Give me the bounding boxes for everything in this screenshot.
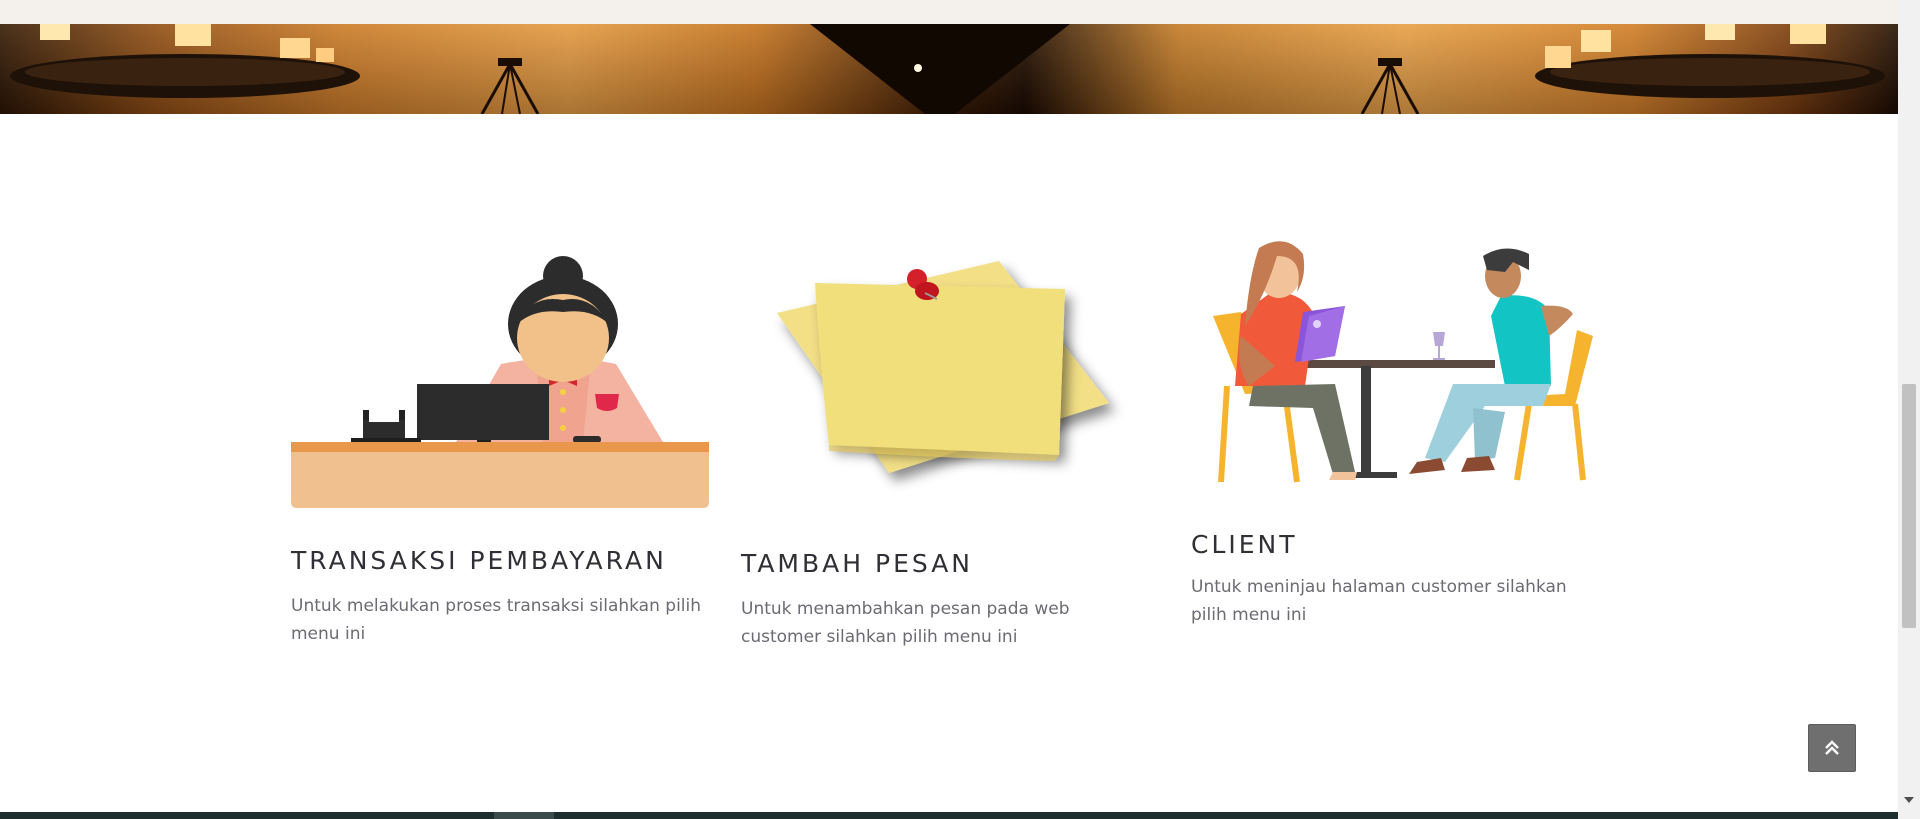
feature-title: TAMBAH PESAN xyxy=(741,549,974,578)
pendant-lamp-icon xyxy=(480,58,540,114)
back-to-top-button[interactable] xyxy=(1808,724,1856,772)
hero-top-strip xyxy=(0,0,1898,24)
sticky-note-illustration xyxy=(777,261,1109,473)
feature-title: TRANSAKSI PEMBAYARAN xyxy=(291,546,667,575)
pendant-lamp-icon xyxy=(1360,58,1420,114)
footer xyxy=(0,812,1898,819)
chandelier-left-icon xyxy=(10,24,360,98)
dining-clients-illustration xyxy=(1213,241,1593,483)
cashier-illustration xyxy=(291,256,709,508)
feature-description: Untuk menambahkan pesan pada web custome… xyxy=(741,599,1070,647)
scroll-down-arrow-icon[interactable] xyxy=(1904,797,1914,803)
scrollbar-thumb[interactable] xyxy=(1902,384,1916,628)
feature-description: Untuk meninjau halaman customer silahkan… xyxy=(1191,577,1567,625)
feature-card-client[interactable]: CLIENT Untuk meninjau halaman customer s… xyxy=(1191,236,1611,636)
feature-card-tambah-pesan[interactable]: TAMBAH PESAN Untuk menambahkan pesan pad… xyxy=(741,255,1161,655)
double-chevron-up-icon xyxy=(1825,740,1839,755)
hero-banner xyxy=(0,0,1898,114)
feature-title: CLIENT xyxy=(1191,530,1298,559)
page-scrollbar[interactable] xyxy=(1898,0,1920,819)
feature-description: Untuk melakukan proses transaksi silahka… xyxy=(291,596,702,644)
chandelier-right-icon xyxy=(1535,24,1885,98)
feature-card-transaksi[interactable]: TRANSAKSI PEMBAYARAN Untuk melakukan pro… xyxy=(291,252,711,652)
